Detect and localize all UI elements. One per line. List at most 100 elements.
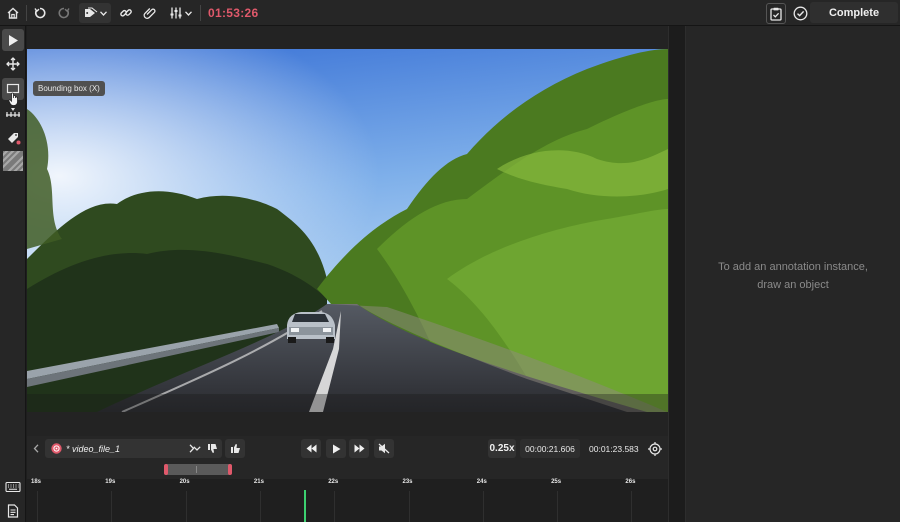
crosshair-icon [648,441,662,456]
move-tool[interactable] [2,53,24,75]
current-time-input[interactable]: 00:00:21.606 [520,439,580,458]
playhead[interactable] [304,490,306,522]
move-icon [6,57,20,71]
timeline-tick-label: 21s [253,479,264,485]
timeline-tick-line [334,491,336,522]
timeline-tick-line [259,491,261,522]
timeline-tick-line [557,491,559,522]
sliders-icon [170,7,181,19]
fast-forward-button[interactable] [349,439,369,458]
playback-rate-button[interactable]: 0.25x [488,439,516,458]
empty-message-line-2: draw an object [757,279,829,291]
video-file-icon [51,443,62,454]
chevron-down-icon [99,10,107,16]
chevron-down-icon [184,10,192,16]
keyboard-icon [5,481,21,493]
tool-sidebar [0,26,26,522]
adjustments-button[interactable] [166,3,194,23]
reject-button[interactable] [202,439,222,458]
ruler-points-icon [6,108,20,117]
redo-button[interactable] [55,3,73,23]
timeline-ruler[interactable]: 18s 19s 20s 21s 22s 23s 24s 25s 26s [27,479,668,522]
home-icon [7,7,19,19]
link-icon [120,9,132,17]
player-controls: * video_file_1 0.25x 00:00:21.606 00:01:… [27,436,668,460]
attach-button[interactable] [141,3,159,23]
top-toolbar: 01:53:26 Complete [0,0,900,26]
fast-forward-icon [354,444,364,453]
timeline-tick-line [37,491,38,522]
timeline-tick-label: 26s [625,479,636,485]
complete-button[interactable]: Complete [810,2,898,23]
chevron-left-icon [33,444,39,453]
timeline[interactable]: 18s 19s 20s 21s 22s 23s 24s 25s 26s [27,460,668,522]
timeline-zoom-range[interactable] [164,464,232,475]
tool-tooltip: Bounding box (X) [33,81,105,96]
video-frame[interactable] [27,49,668,412]
timeline-tick-line [111,491,113,522]
play-button[interactable] [326,439,346,458]
panel-resize-handle[interactable] [668,26,686,522]
file-name: * video_file_1 [66,443,121,454]
timeline-tick-label: 25s [551,479,562,485]
clipboard-check-icon [770,7,782,21]
timeline-tick-label: 18s [31,479,42,485]
magic-tag-icon [8,133,21,145]
tag-dropdown-button[interactable] [79,3,111,23]
duration-label: 00:01:23.583 [589,444,639,454]
thumbs-up-icon [230,444,240,453]
timeline-tick-label: 19s [105,479,116,485]
rewind-icon [306,444,316,453]
toolbar-separator [200,5,201,21]
toolbar-separator [26,5,27,21]
timeline-tick-line [185,491,187,522]
chevron-right-icon [189,444,195,453]
video-canvas-area[interactable] [27,26,668,436]
play-icon [332,444,340,453]
check-circle-icon [793,6,807,20]
video-frame-image [27,49,668,412]
car [287,312,335,343]
thumbs-down-icon [207,444,217,453]
mute-button[interactable] [374,439,394,458]
undo-icon [34,7,46,19]
timeline-tick-label: 24s [476,479,487,485]
instructions-button[interactable] [2,500,24,522]
select-tool[interactable] [2,29,24,51]
volume-muted-icon [378,443,390,454]
timeline-tick-label: 22s [328,479,339,485]
keyboard-shortcuts-button[interactable] [2,476,24,498]
hand-pointer-icon [8,92,18,106]
undo-button[interactable] [31,3,49,23]
home-button[interactable] [4,3,22,23]
tag-icon [84,7,97,17]
timeline-tick-label: 20s [179,479,190,485]
task-info-button[interactable] [766,3,786,24]
timeline-tick-line [482,491,484,522]
link-button[interactable] [117,3,135,23]
segmentation-tool[interactable] [2,150,24,172]
auto-annotate-tool[interactable] [2,126,24,148]
hatch-pattern-icon [3,151,23,171]
approve-button[interactable] [225,439,245,458]
session-timer: 01:53:26 [208,6,259,20]
keypoint-tool[interactable] [2,106,24,120]
annotation-instances-panel: To add an annotation instance, draw an o… [686,26,900,522]
rewind-button[interactable] [301,439,321,458]
timeline-tick-line [408,491,410,522]
document-icon [7,504,19,518]
range-midpoint [196,466,197,473]
empty-message-line-1: To add an annotation instance, [718,261,868,273]
cursor-arrow-icon [9,34,18,46]
complete-check-icon-wrap[interactable] [792,3,808,23]
file-select-dropdown[interactable]: * video_file_1 [45,439,206,458]
redo-icon [58,7,70,19]
paperclip-icon [143,8,156,19]
timeline-tick-line [631,491,633,522]
previous-file-button[interactable] [29,439,43,458]
timeline-tick-label: 23s [402,479,413,485]
empty-instances-message: To add an annotation instance, draw an o… [686,258,900,294]
bottom-tools [0,476,26,522]
focus-frame-button[interactable] [645,439,665,458]
next-file-button[interactable] [185,439,199,458]
